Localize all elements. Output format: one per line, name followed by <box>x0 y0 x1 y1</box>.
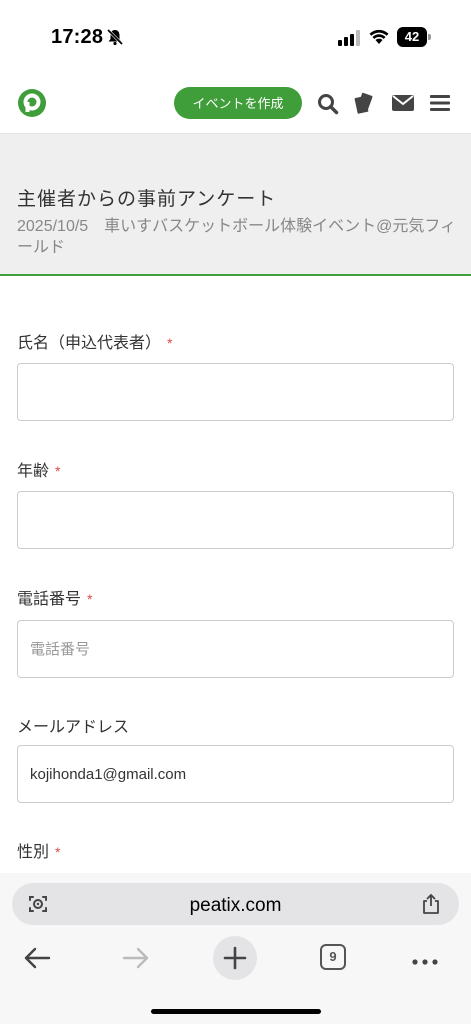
menu-icon[interactable] <box>430 95 450 116</box>
create-event-button[interactable]: イベントを作成 <box>174 87 302 119</box>
peatix-logo-icon[interactable] <box>17 88 47 123</box>
browser-toolbar: peatix.com 9 <box>0 873 471 1024</box>
required-mark: * <box>167 335 173 351</box>
tab-count-button[interactable]: 9 <box>320 944 346 970</box>
new-tab-button[interactable] <box>213 936 257 980</box>
age-input[interactable] <box>17 491 454 549</box>
bell-muted-icon <box>106 28 124 51</box>
status-time: 17:28 <box>51 26 104 48</box>
share-icon[interactable] <box>421 893 441 920</box>
email-input[interactable] <box>17 745 454 803</box>
home-indicator <box>151 1009 321 1014</box>
field-label-name: 氏名（申込代表者） * <box>17 335 173 352</box>
field-label-age: 年齢 * <box>17 463 61 480</box>
search-icon[interactable] <box>317 93 339 120</box>
mail-icon[interactable] <box>392 94 414 117</box>
page-title: 主催者からの事前アンケート <box>17 189 277 210</box>
back-arrow-icon[interactable] <box>23 946 51 975</box>
more-options-icon[interactable] <box>411 953 439 971</box>
battery-level: 42 <box>397 27 427 47</box>
address-bar[interactable]: peatix.com <box>12 883 459 925</box>
name-input[interactable] <box>17 363 454 421</box>
url-text: peatix.com <box>189 895 282 916</box>
tickets-icon[interactable] <box>353 91 377 120</box>
status-bar: 17:28 42 <box>0 0 471 74</box>
field-label-gender: 性別 * <box>17 844 61 861</box>
field-label-phone: 電話番号 * <box>17 591 93 608</box>
plus-icon <box>223 946 247 970</box>
required-mark: * <box>55 844 61 860</box>
required-mark: * <box>87 591 93 607</box>
event-subtitle: 2025/10/5 車いすバスケットボール体験イベント@元気フィールド <box>17 218 457 256</box>
cellular-signal-icon <box>338 30 360 51</box>
phone-input[interactable] <box>17 620 454 678</box>
field-label-email: メールアドレス <box>17 719 130 736</box>
wifi-icon <box>369 27 389 50</box>
app-header: イベントを作成 <box>0 74 471 134</box>
forward-arrow-icon[interactable] <box>122 946 150 975</box>
survey-header: 主催者からの事前アンケート 2025/10/5 車いすバスケットボール体験イベン… <box>0 134 471 276</box>
required-mark: * <box>55 463 61 479</box>
